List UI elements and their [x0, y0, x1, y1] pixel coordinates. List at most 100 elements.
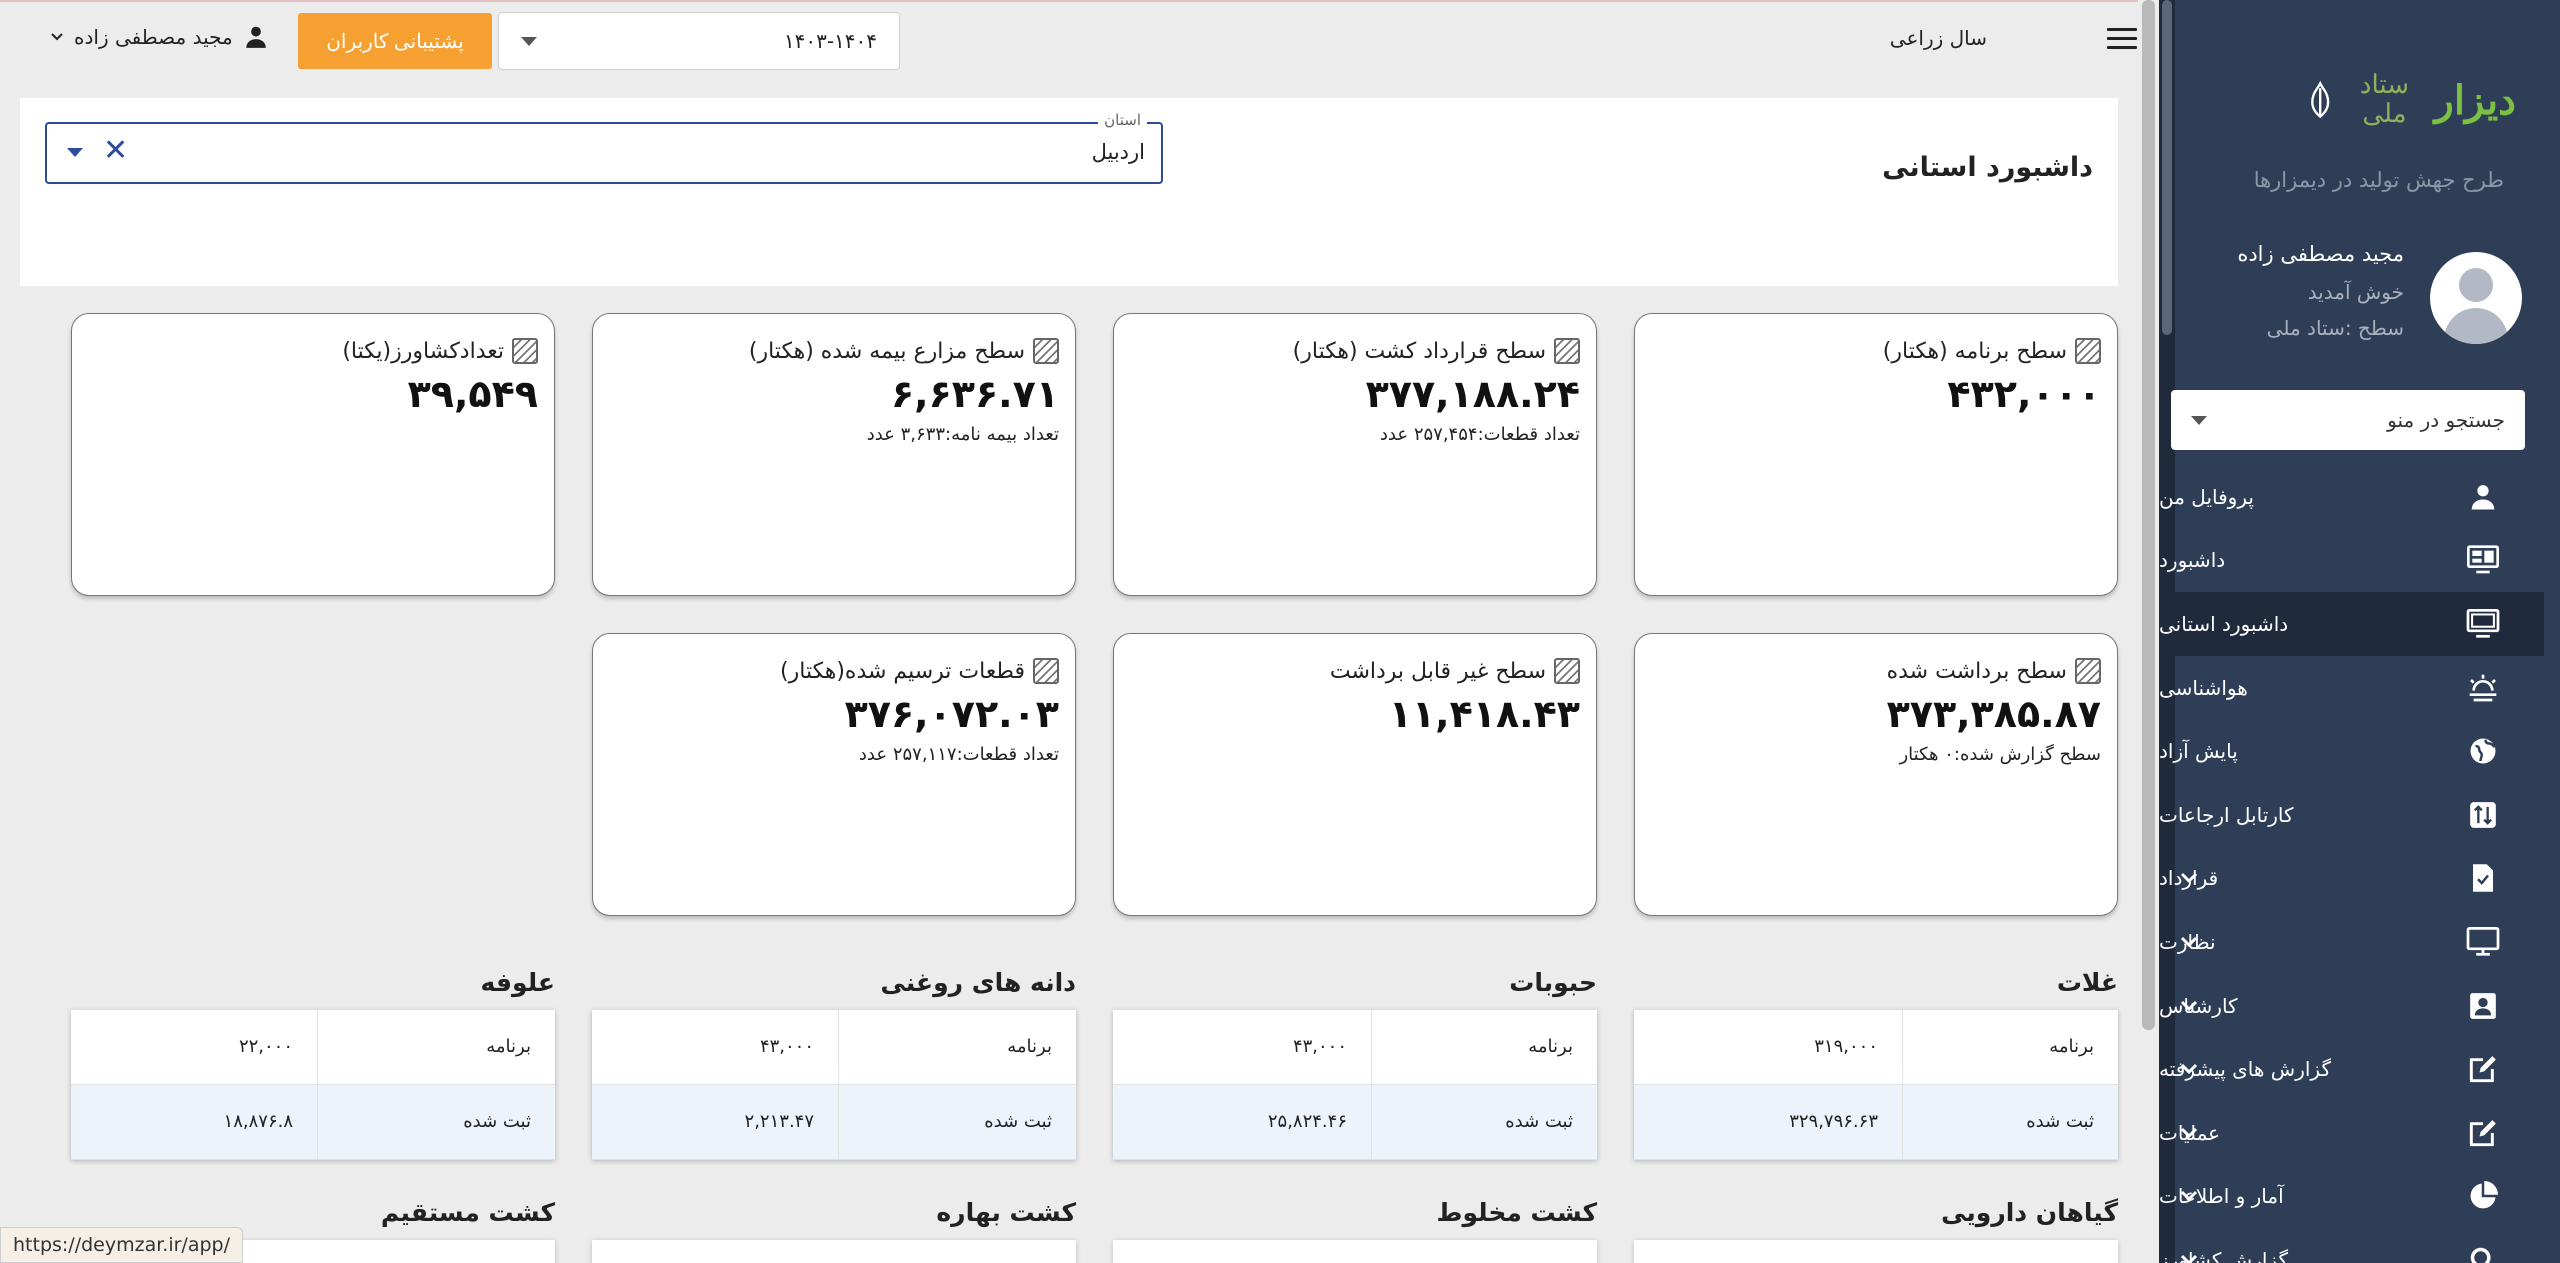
- contract-icon: [2466, 861, 2500, 895]
- sidebar-item-contract[interactable]: قرارداد: [2159, 847, 2544, 911]
- dashboard-icon: [2466, 543, 2500, 577]
- crop-table-medicinal: [1634, 1240, 2118, 1263]
- section-title-medicinal: گیاهان دارویی: [1941, 1198, 2118, 1227]
- scrollbar-thumb[interactable]: [2142, 0, 2155, 1030]
- chevron-down-icon: [51, 33, 63, 41]
- card-value: ۳۷۶,۰۷۲.۰۳: [844, 692, 1059, 736]
- section-title-oilseeds: دانه های روغنی: [880, 968, 1077, 997]
- sidebar-item-farmer-report[interactable]: گزارش کشاورز: [2159, 1228, 2544, 1263]
- chevron-down-icon[interactable]: [2179, 866, 2199, 890]
- hatch-icon: [1554, 338, 1580, 364]
- sidebar-item-label: پروفایل من: [2159, 484, 2254, 509]
- section-title-direct: کشت مستقیم: [380, 1198, 555, 1227]
- sidebar-item-free-monitoring[interactable]: پایش آزاد: [2159, 719, 2544, 783]
- sidebar-item-operations[interactable]: عملیات: [2159, 1101, 2544, 1165]
- sidebar-item-label: هواشناسی: [2159, 675, 2248, 700]
- table-row: برنامه ۲۲,۰۰۰: [71, 1010, 555, 1085]
- card-value: ۳۷۳,۳۸۵.۸۷: [1886, 692, 2101, 736]
- sidebar-item-profile[interactable]: پروفایل من: [2159, 465, 2544, 529]
- sidebar-item-provincial-dashboard[interactable]: داشبورد استانی: [2159, 592, 2544, 656]
- sidebar-item-label: آمار و اطلاعات: [2159, 1184, 2284, 1209]
- table-row: ثبت شده ۲۵,۸۲۴.۴۶: [1113, 1085, 1597, 1160]
- sidebar-item-advanced-reports[interactable]: گزارش های پیشرفته: [2159, 1037, 2544, 1101]
- caret-down-icon[interactable]: [67, 148, 83, 157]
- card-value: ۴۳۲,۰۰۰: [1947, 372, 2101, 416]
- welcome-text: خوش آمدید: [2307, 280, 2404, 304]
- user-name: مجید مصطفی زاده: [2237, 242, 2404, 266]
- chevron-down-icon[interactable]: [2179, 1057, 2199, 1081]
- user-level: سطح :ستاد ملی: [2266, 316, 2404, 340]
- card-sub: تعداد بیمه نامه:۳,۶۳۳ عدد: [866, 424, 1059, 445]
- crop-table-forage: برنامه ۲۲,۰۰۰ ثبت شده ۱۸,۸۷۶.۸: [71, 1010, 555, 1160]
- crop-table-mixed: [1113, 1240, 1597, 1263]
- stat-card-contract-area: سطح قرارداد کشت (هکتار) ۳۷۷,۱۸۸.۲۴ تعداد…: [1113, 313, 1597, 596]
- hatch-icon: [1554, 658, 1580, 684]
- logo-text: دیزار: [2434, 76, 2516, 124]
- card-sub: تعداد قطعات:۲۵۷,۱۱۷ عدد: [858, 744, 1059, 765]
- card-title: تعدادکشاورز(یکتا): [342, 338, 504, 364]
- stat-card-drawn-parcels: قطعات ترسیم شده(هکتار) ۳۷۶,۰۷۲.۰۳ تعداد …: [592, 633, 1076, 916]
- card-value: ۳۹,۵۴۹: [407, 372, 538, 416]
- chevron-down-icon[interactable]: [2179, 1184, 2199, 1208]
- user-menu[interactable]: مجید مصطفی زاده: [50, 24, 269, 50]
- section-title-mixed: کشت مخلوط: [1436, 1198, 1598, 1227]
- province-value: اردبیل: [1091, 140, 1145, 164]
- stat-card-insured-area: سطح مزارع بیمه شده (هکتار) ۶,۶۳۶.۷۱ تعدا…: [592, 313, 1076, 596]
- section-title-cereals: غلات: [2056, 968, 2118, 997]
- crop-table-spring: [592, 1240, 1076, 1263]
- crop-table-legumes: برنامه ۴۳,۰۰۰ ثبت شده ۲۵,۸۲۴.۴۶: [1113, 1010, 1597, 1160]
- section-title-forage: علوفه: [480, 968, 556, 997]
- province-select[interactable]: استان اردبیل ✕: [45, 111, 1163, 184]
- year-select[interactable]: ۱۴۰۳-۱۴۰۴: [498, 12, 900, 70]
- hatch-icon: [2075, 338, 2101, 364]
- page-title: داشبورد استانی: [1882, 152, 2093, 183]
- chevron-down-icon[interactable]: [2179, 1248, 2199, 1263]
- user-menu-name: مجید مصطفی زاده: [74, 25, 233, 49]
- sidebar-item-expert[interactable]: کارشناس: [2159, 974, 2544, 1038]
- pie-chart-icon: [2466, 1179, 2500, 1213]
- stat-card-non-harvestable: سطح غیر قابل برداشت ۱۱,۴۱۸.۴۳: [1113, 633, 1597, 916]
- main-scrollbar[interactable]: [2138, 0, 2159, 1263]
- caret-down-icon: [2191, 415, 2207, 425]
- chevron-down-icon[interactable]: [2179, 930, 2199, 954]
- person-icon: [245, 26, 266, 48]
- sidebar: دیزار ستاد ملی طرح جهش تولید در دیمزارها…: [2159, 0, 2560, 1263]
- main-content: داشبورد استانی استان اردبیل ✕ سطح برنامه…: [20, 98, 2118, 1263]
- hatch-icon: [2075, 658, 2101, 684]
- logo-emblem: ستاد ملی: [2359, 70, 2410, 129]
- stat-card-farmer-count: تعدادکشاورز(یکتا) ۳۹,۵۴۹: [71, 313, 555, 596]
- sidebar-item-supervision[interactable]: نظارت: [2159, 910, 2544, 974]
- year-label: سال زراعی: [1889, 26, 1987, 50]
- clear-icon[interactable]: ✕: [103, 136, 128, 166]
- year-value: ۱۴۰۳-۱۴۰۴: [783, 29, 877, 53]
- section-title-spring: کشت بهاره: [936, 1198, 1076, 1227]
- emblem-icon: [2311, 80, 2330, 119]
- table-row: برنامه ۳۱۹,۰۰۰: [1634, 1010, 2118, 1085]
- table-row: ثبت شده ۳۲۹,۷۹۶.۶۳: [1634, 1085, 2118, 1160]
- hatch-icon: [1033, 658, 1059, 684]
- sidebar-item-dashboard[interactable]: داشبورد: [2159, 529, 2544, 593]
- menu-search-select[interactable]: جستجو در منو: [2171, 390, 2525, 450]
- top-bar: سال زراعی ۱۴۰۳-۱۴۰۴ پشتیبانی کاربران مجی…: [0, 0, 2159, 76]
- support-button[interactable]: پشتیبانی کاربران: [298, 13, 492, 69]
- expert-icon: [2466, 989, 2500, 1023]
- crop-table-oilseeds: برنامه ۴۳,۰۰۰ ثبت شده ۲,۲۱۳.۴۷: [592, 1010, 1076, 1160]
- globe-icon: [2466, 734, 2500, 768]
- province-label: استان: [1098, 111, 1147, 129]
- supervision-icon: [2466, 925, 2500, 959]
- card-title: سطح برنامه (هکتار): [1882, 338, 2067, 364]
- table-row: ثبت شده ۲,۲۱۳.۴۷: [592, 1085, 1076, 1160]
- table-row: برنامه ۴۳,۰۰۰: [592, 1010, 1076, 1085]
- sidebar-item-referrals[interactable]: کارتابل ارجاعات: [2159, 783, 2544, 847]
- sidebar-item-label: پایش آزاد: [2159, 739, 2238, 764]
- card-value: ۳۷۷,۱۸۸.۲۴: [1365, 372, 1580, 416]
- operations-icon: [2466, 1116, 2500, 1150]
- chevron-down-icon[interactable]: [2179, 1121, 2199, 1145]
- user-profile-block: مجید مصطفی زاده خوش آمدید سطح :ستاد ملی: [2164, 236, 2544, 356]
- sidebar-item-statistics[interactable]: آمار و اطلاعات: [2159, 1165, 2544, 1229]
- card-value: ۶,۶۳۶.۷۱: [890, 372, 1059, 416]
- hamburger-menu-icon[interactable]: [2107, 28, 2137, 52]
- person-icon: [2466, 480, 2500, 514]
- chevron-down-icon[interactable]: [2179, 994, 2199, 1018]
- sidebar-item-weather[interactable]: هواشناسی: [2159, 656, 2544, 720]
